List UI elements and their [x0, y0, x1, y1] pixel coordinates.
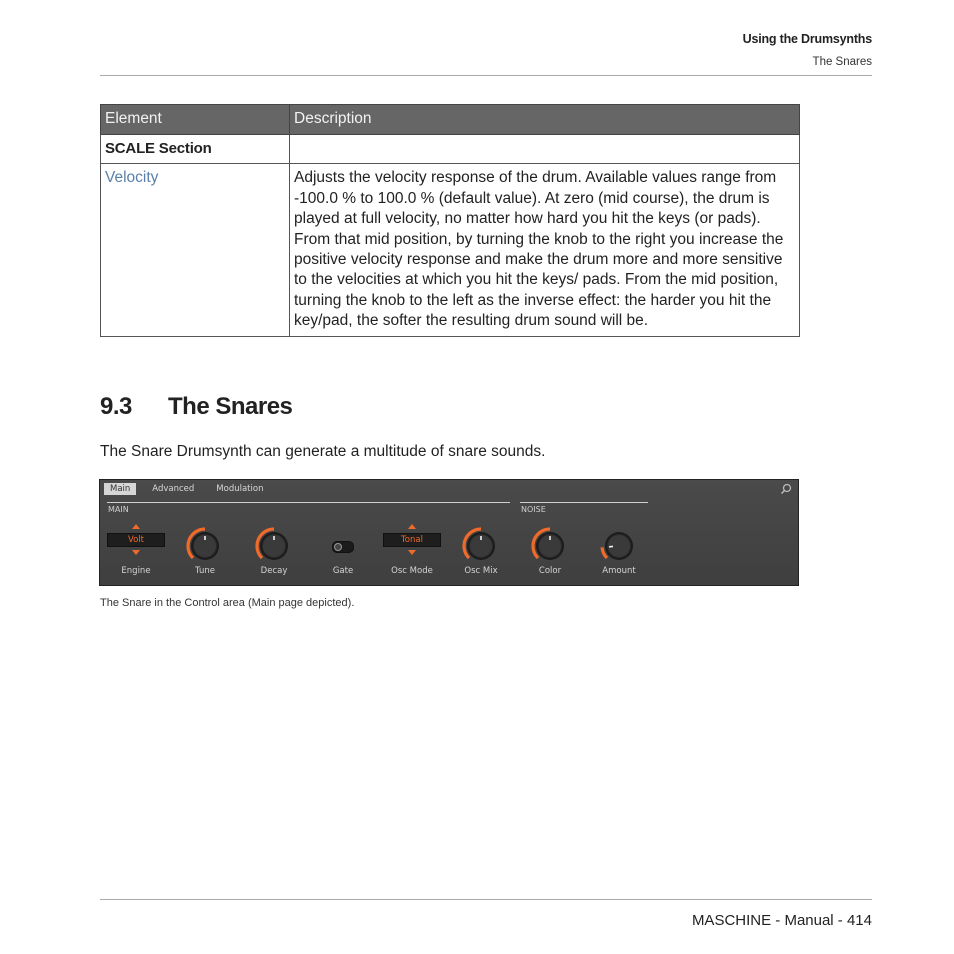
- page-tabs: Main Advanced Modulation: [104, 483, 279, 495]
- control-label: Tune: [195, 566, 215, 576]
- snare-control-panel-screenshot: Main Advanced Modulation MAIN NOISE Volt…: [99, 479, 799, 586]
- table-row: Velocity Adjusts the velocity response o…: [100, 163, 800, 337]
- section-title: The Snares: [168, 393, 293, 420]
- element-link-velocity[interactable]: Velocity: [105, 169, 158, 186]
- page-footer: MASCHINE - Manual - 414: [691, 912, 872, 929]
- running-header-chapter: Using the Drumsynths: [742, 32, 873, 46]
- control-decay[interactable]: Decay: [241, 522, 307, 582]
- control-label: Gate: [332, 566, 354, 576]
- control-osc-mode[interactable]: Tonal Osc Mode: [379, 522, 445, 582]
- control-tune[interactable]: Tune: [172, 522, 238, 582]
- engine-selector[interactable]: Volt: [107, 522, 165, 556]
- knob-icon[interactable]: [461, 526, 501, 566]
- osc-mode-value: Tonal: [383, 533, 441, 547]
- section-heading: 9.3 The Snares: [100, 393, 293, 421]
- control-color[interactable]: Color: [517, 522, 583, 582]
- running-header-section: The Snares: [812, 56, 872, 68]
- arrow-down-icon[interactable]: [132, 550, 140, 555]
- arrow-up-icon[interactable]: [132, 524, 140, 529]
- section-label-noise: NOISE: [521, 505, 546, 514]
- toggle-knob: [334, 543, 342, 551]
- osc-mode-selector[interactable]: Tonal: [383, 522, 441, 556]
- parameter-table: Element Description SCALE Section Veloci…: [100, 104, 800, 337]
- column-header-element: Element: [100, 104, 290, 135]
- control-label: Amount: [602, 566, 636, 576]
- main-section-divider: [107, 502, 510, 503]
- figure-caption: The Snare in the Control area (Main page…: [100, 597, 355, 609]
- section-number: 9.3: [100, 393, 132, 420]
- control-label: Engine: [121, 566, 151, 576]
- section-label-main: MAIN: [108, 505, 129, 514]
- search-icon[interactable]: [780, 483, 792, 495]
- section-label-text: SCALE Section: [105, 140, 212, 157]
- tab-main[interactable]: Main: [104, 483, 137, 495]
- control-label: Decay: [260, 566, 288, 576]
- control-label: Osc Mode: [391, 566, 433, 576]
- control-engine[interactable]: Volt Engine: [103, 522, 169, 582]
- table-header-row: Element Description: [100, 104, 800, 135]
- tab-advanced[interactable]: Advanced: [146, 483, 200, 495]
- description-cell: Adjusts the velocity response of the dru…: [289, 163, 800, 337]
- control-label: Osc Mix: [464, 566, 498, 576]
- element-cell: Velocity: [100, 163, 290, 337]
- control-gate[interactable]: Gate: [310, 522, 376, 582]
- knob-icon[interactable]: [254, 526, 294, 566]
- control-label: Color: [538, 566, 562, 576]
- tab-modulation[interactable]: Modulation: [210, 483, 269, 495]
- noise-section-divider: [520, 502, 648, 503]
- knob-icon[interactable]: [530, 526, 570, 566]
- section-empty-cell: [289, 133, 800, 165]
- table-section-row: SCALE Section: [100, 133, 800, 165]
- column-header-description: Description: [289, 104, 800, 135]
- arrow-down-icon[interactable]: [408, 550, 416, 555]
- control-osc-mix[interactable]: Osc Mix: [448, 522, 514, 582]
- gate-toggle[interactable]: [332, 541, 354, 553]
- knob-icon[interactable]: [185, 526, 225, 566]
- control-amount[interactable]: Amount: [586, 522, 652, 582]
- footer-divider: [100, 899, 872, 900]
- knob-icon[interactable]: [599, 526, 639, 566]
- header-divider: [100, 75, 872, 76]
- intro-paragraph: The Snare Drumsynth can generate a multi…: [100, 443, 546, 460]
- arrow-up-icon[interactable]: [408, 524, 416, 529]
- section-label: SCALE Section: [100, 133, 290, 165]
- engine-value: Volt: [107, 533, 165, 547]
